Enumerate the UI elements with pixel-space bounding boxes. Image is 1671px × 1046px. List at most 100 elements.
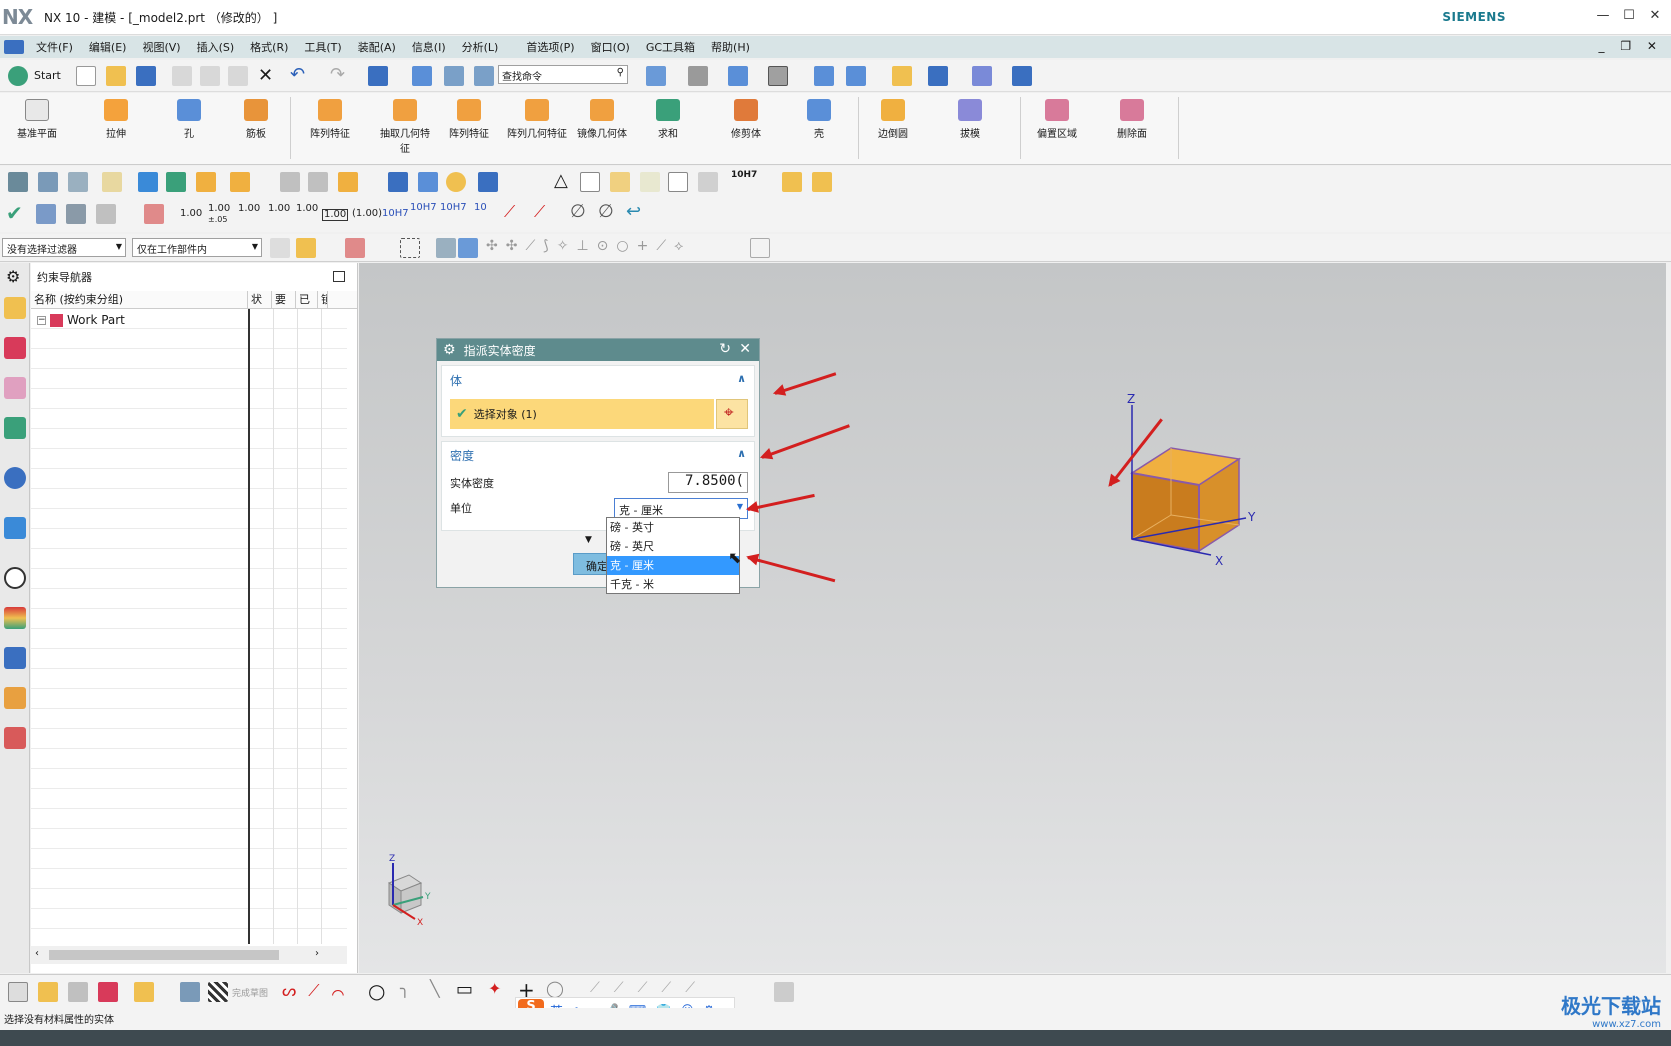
satellite-icon[interactable] (478, 172, 498, 192)
scope-select[interactable]: 仅在工作部件内 ▼ (132, 238, 262, 257)
ribbon-draft[interactable]: 拔模 (952, 99, 988, 140)
ribbon-extrude[interactable]: 拉伸 (96, 99, 136, 140)
object-display-icon[interactable] (230, 172, 250, 192)
ordinate-2-icon[interactable]: ⟋ (534, 202, 545, 222)
constraint-icon[interactable] (8, 172, 28, 192)
body-section-title[interactable]: 体 (450, 372, 462, 389)
pmi-value-7[interactable]: (1.00) (352, 209, 382, 219)
snap-options[interactable]: ✣✣⟋⟆✧⊥⊙○+⟋⟡ (486, 238, 691, 254)
polygon-icon[interactable]: ✦ (488, 979, 501, 998)
doc-window-controls[interactable]: _ ❐ ✕ (1599, 39, 1663, 53)
collapse-icon[interactable]: − (37, 315, 46, 325)
ribbon-mirror-body[interactable]: 镜像几何体 (572, 99, 632, 140)
menu-info[interactable]: 信息(I) (404, 39, 454, 55)
assembly-icon[interactable] (134, 982, 154, 1002)
delete-icon[interactable]: ✕ (258, 65, 273, 86)
selection-filter-select[interactable]: 没有选择过滤器 ▼ (2, 238, 126, 257)
sketch-curve-tools[interactable]: ᔕ⟋⌒ (282, 981, 356, 1001)
background-icon[interactable] (768, 66, 788, 86)
column-required[interactable]: 要 (272, 291, 296, 308)
menu-insert[interactable]: 插入(S) (189, 39, 243, 55)
new-icon[interactable] (76, 66, 96, 86)
scroll-right-icon[interactable]: › (315, 948, 319, 959)
offset-curve-icon[interactable]: ◯ (546, 979, 564, 998)
collapse-section-icon[interactable]: ∧ (737, 372, 746, 385)
invert-icon[interactable] (196, 172, 216, 192)
close-icon[interactable]: ✕ (1644, 8, 1666, 26)
ordinate-icon[interactable]: ⟋ (504, 202, 515, 222)
snap-point-icon[interactable] (345, 238, 365, 258)
ribbon-pattern-feature[interactable]: 阵列特征 (304, 99, 356, 140)
minimize-icon[interactable]: — (1592, 8, 1614, 26)
menu-preferences[interactable]: 首选项(P) (518, 39, 582, 55)
undo-icon[interactable]: ↶ (290, 64, 305, 85)
body-filter-icon[interactable] (458, 238, 478, 258)
menu-view[interactable]: 视图(V) (134, 39, 188, 55)
axis-icon[interactable] (96, 204, 116, 224)
constraint-navigator-icon[interactable] (4, 377, 26, 399)
assembly-2-icon[interactable] (812, 172, 832, 192)
menu-edit[interactable]: 编辑(E) (81, 39, 135, 55)
ribbon-shell[interactable]: 壳 (804, 99, 834, 140)
grid-snap-icon[interactable] (750, 238, 770, 258)
reset-icon[interactable]: ↻ (719, 341, 731, 357)
pmi-value-10[interactable]: 10H7 (440, 203, 467, 213)
unit-option[interactable]: 磅 - 英尺 (607, 537, 739, 556)
grid-icon[interactable] (66, 204, 86, 224)
density-section-title[interactable]: 密度 (450, 447, 474, 464)
edit-section-icon[interactable] (846, 66, 866, 86)
pmi-value-2[interactable]: 1.00 (208, 204, 230, 214)
snap-view-icon[interactable] (892, 66, 912, 86)
sketch-plane-icon[interactable] (180, 982, 200, 1002)
start-icon[interactable] (8, 66, 28, 86)
ribbon-hole[interactable]: 孔 (172, 99, 206, 140)
menu-help[interactable]: 帮助(H) (703, 39, 758, 55)
horizontal-scrollbar[interactable]: ‹ › (31, 946, 347, 964)
roll-icon[interactable] (388, 172, 408, 192)
dimension-icon[interactable] (698, 172, 718, 192)
table-icon[interactable] (580, 172, 600, 192)
column-lock[interactable]: 锁 (318, 291, 328, 308)
pmi-value-11[interactable]: 10 (474, 203, 487, 213)
add-component-icon[interactable] (38, 982, 58, 1002)
hide-icon[interactable] (166, 172, 186, 192)
filter-reset-icon[interactable] (270, 238, 290, 258)
edit-icon[interactable] (338, 172, 358, 192)
touch-mode-icon[interactable] (412, 66, 432, 86)
close-icon[interactable]: ✕ (739, 341, 751, 357)
select-mode-icon[interactable] (368, 66, 388, 86)
pencil-icon[interactable] (418, 172, 438, 192)
search-icon[interactable]: ⚲ (617, 67, 624, 78)
triangle-icon[interactable]: △ (554, 170, 568, 191)
ribbon-rib[interactable]: 筋板 (236, 99, 276, 140)
history-icon[interactable] (4, 567, 26, 589)
chevron-down-icon[interactable]: ▼ (737, 502, 743, 511)
pmi-value-1[interactable]: 1.00 (180, 209, 202, 219)
reuse-library-icon[interactable] (4, 417, 26, 439)
sketch-icon[interactable] (8, 982, 28, 1002)
tree-row[interactable]: − Work Part (37, 313, 125, 327)
more-options-chevron-icon[interactable]: ▼ (585, 535, 592, 545)
pmi-value-4[interactable]: 1.00 (268, 204, 290, 214)
collapse-section-icon[interactable]: ∧ (737, 447, 746, 460)
pmi-icon[interactable] (36, 204, 56, 224)
unit-option[interactable]: 千克 - 米 (607, 575, 739, 594)
ribbon-unite[interactable]: 求和 (648, 99, 688, 140)
curve-icon[interactable] (280, 172, 300, 192)
dialog-title-bar[interactable]: ⚙ 指派实体密度 ↻ ✕ (437, 339, 759, 361)
maximize-icon[interactable]: ☐ (1618, 8, 1640, 26)
solid-filter-icon[interactable] (436, 238, 456, 258)
fillet-icon[interactable]: ╮ (400, 979, 410, 998)
menu-tools[interactable]: 工具(T) (296, 39, 349, 55)
part-navigator-icon[interactable] (4, 297, 26, 319)
circle-icon[interactable]: ○ (368, 979, 385, 1003)
cut-icon[interactable] (172, 66, 192, 86)
wcs-icon[interactable] (972, 66, 992, 86)
menu-format[interactable]: 格式(R) (242, 39, 296, 55)
density-input[interactable]: 7.8500( (668, 472, 748, 493)
select-object-button[interactable]: ⌖ (716, 399, 748, 429)
layer-settings-icon[interactable] (68, 172, 88, 192)
orient-view-icon[interactable] (688, 66, 708, 86)
check-icon[interactable]: ✔ (6, 201, 23, 225)
menu-file[interactable]: 文件(F) (28, 39, 81, 55)
